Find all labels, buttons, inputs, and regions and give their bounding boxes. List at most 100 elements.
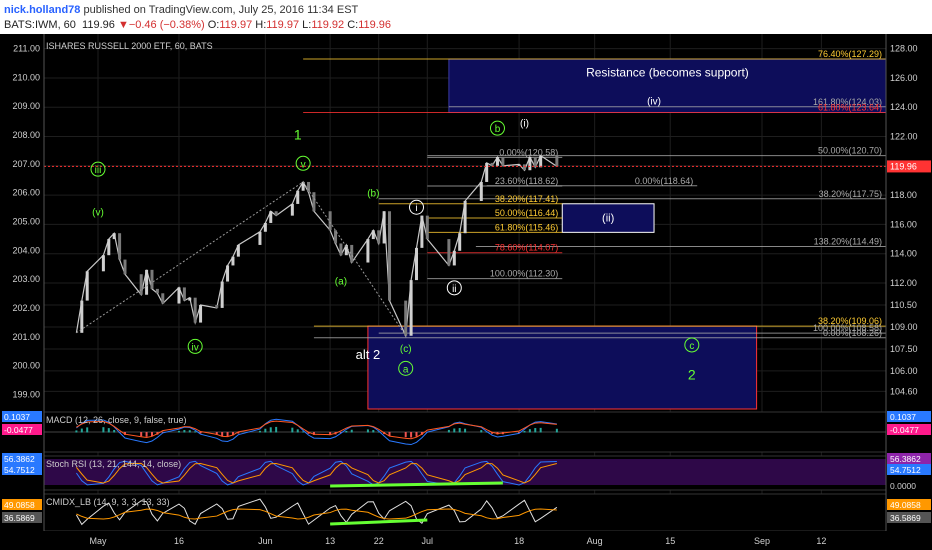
price-candle: [307, 181, 311, 193]
left-tick-label: 204.00: [12, 245, 40, 255]
x-tick-label: Aug: [587, 536, 603, 546]
macd-bar: [226, 432, 229, 437]
price-candle: [528, 157, 532, 171]
chart-canvas[interactable]: Resistance (becomes support) (ii) 76.40%(…: [0, 34, 932, 550]
author-link[interactable]: nick.holland78: [4, 4, 80, 16]
right-tick-label: 110.50: [890, 300, 917, 310]
fib-label: 38.20%(117.75): [819, 189, 882, 199]
cmi-title: CMIDX_LB (14, 9, 3, 3, 13, 33): [46, 497, 170, 507]
fib-label: 100.00%(112.30): [490, 269, 558, 279]
macd-bar: [458, 428, 461, 433]
macd-bar: [464, 428, 467, 433]
price-candle: [150, 269, 154, 289]
price-candle: [263, 222, 267, 232]
macd-title: MACD (12, 26, close, 9, false, true): [46, 415, 187, 425]
down-arrow-icon: ▼: [117, 19, 129, 31]
fib-label: 23.60%(118.62): [495, 176, 558, 186]
x-tick-label: Jun: [258, 536, 273, 546]
left-tick-label: 199.00: [12, 390, 40, 400]
right-tick-label: 112.00: [890, 278, 917, 288]
right-tick-label: 107.50: [890, 344, 918, 354]
fib-label: 138.20%(114.49): [814, 237, 882, 247]
fib-label: 78.60%(114.07): [495, 243, 558, 253]
right-tick-label: 122.00: [890, 132, 918, 142]
wave-label: i: [415, 203, 417, 214]
wave-label: iii: [95, 165, 102, 176]
wave-label: c: [689, 341, 694, 352]
price-candle: [382, 211, 386, 244]
fib-label: 0.00%(108.26): [823, 328, 882, 338]
fib-label: 0.00%(118.64): [635, 176, 693, 186]
price-candle: [145, 269, 149, 295]
left-tick-label: 208.00: [12, 130, 40, 140]
quote-line: BATS:IWM, 60 119.96 ▼−0.46 (−0.38%) O:11…: [4, 18, 391, 32]
x-tick-label: 15: [665, 536, 675, 546]
x-tick-label: 18: [514, 536, 524, 546]
indicator-left-value: 56.3862: [4, 454, 35, 464]
right-tick-label: 114.00: [890, 249, 917, 259]
fib-label: 50.00%(120.70): [818, 146, 882, 156]
price-candle: [226, 265, 230, 282]
macd-bar: [80, 428, 83, 433]
macd-bar: [534, 428, 537, 433]
indicator-pane: [43, 493, 887, 532]
wave-ii-label: (ii): [602, 213, 614, 225]
left-tick-label: 206.00: [12, 188, 40, 198]
high-label: H:: [255, 19, 267, 31]
price-candle: [371, 230, 375, 240]
macd-bar: [345, 430, 348, 433]
price-candle: [193, 297, 197, 323]
macd-bar: [258, 430, 261, 433]
price-candle: [425, 215, 429, 240]
wave-label: b: [495, 124, 501, 135]
indicator-left-value: 0.1037: [4, 412, 30, 422]
close-value: 119.96: [358, 19, 392, 31]
macd-bar: [221, 432, 224, 437]
price-candle: [415, 247, 419, 281]
fib-label: 38.20%(117.41): [495, 194, 558, 204]
price-candle: [463, 200, 467, 234]
price-candle: [404, 300, 408, 336]
macd-bar: [350, 429, 353, 433]
price-candle: [199, 304, 203, 323]
chart-header: nick.holland78 published on TradingView.…: [0, 0, 932, 34]
macd-bar: [523, 430, 526, 433]
macd-bar: [75, 430, 78, 433]
indicator-left-value: 49.0858: [4, 500, 35, 510]
price-candle: [112, 233, 116, 240]
price-candle: [420, 215, 424, 248]
x-tick-label: 13: [325, 536, 335, 546]
stoch-title: Stoch RSI (13, 21, 144, 14, close): [46, 459, 181, 469]
macd-bar: [145, 432, 148, 437]
macd-bar: [528, 429, 531, 433]
right-tick-label: 118.00: [890, 190, 917, 200]
macd-bar: [291, 427, 294, 433]
price-candle: [452, 250, 456, 266]
support-box: [367, 325, 758, 410]
publish-info: published on TradingView.com, July 25, 2…: [80, 4, 359, 16]
right-tick-label: 126.00: [890, 73, 918, 83]
left-tick-label: 207.00: [12, 159, 40, 169]
right-tick-label: 106.00: [890, 366, 918, 376]
price-candle: [495, 157, 499, 166]
price-candle: [339, 243, 343, 256]
price-candle: [312, 192, 316, 212]
wave-label: alt 2: [356, 347, 381, 362]
wave-label: iv: [192, 342, 199, 353]
wave-label: a: [403, 364, 409, 375]
indicator-right-value: 49.0858: [890, 500, 921, 510]
macd-bar: [296, 429, 299, 433]
indicator-right-value: 36.5869: [890, 513, 921, 523]
last-price-label: 119.96: [890, 161, 917, 171]
price-candle: [366, 239, 370, 263]
price-candle: [155, 288, 159, 294]
price-candle: [269, 211, 273, 223]
wave-label: (iv): [647, 96, 661, 107]
fib-label: 0.00%(120.58): [499, 147, 558, 157]
change-value: −0.46 (−0.38%): [128, 19, 205, 31]
price-candle: [118, 233, 122, 260]
price-candle: [350, 244, 354, 263]
close-label: C:: [347, 19, 359, 31]
price-candle: [328, 211, 332, 231]
wave-label: (a): [335, 276, 347, 287]
